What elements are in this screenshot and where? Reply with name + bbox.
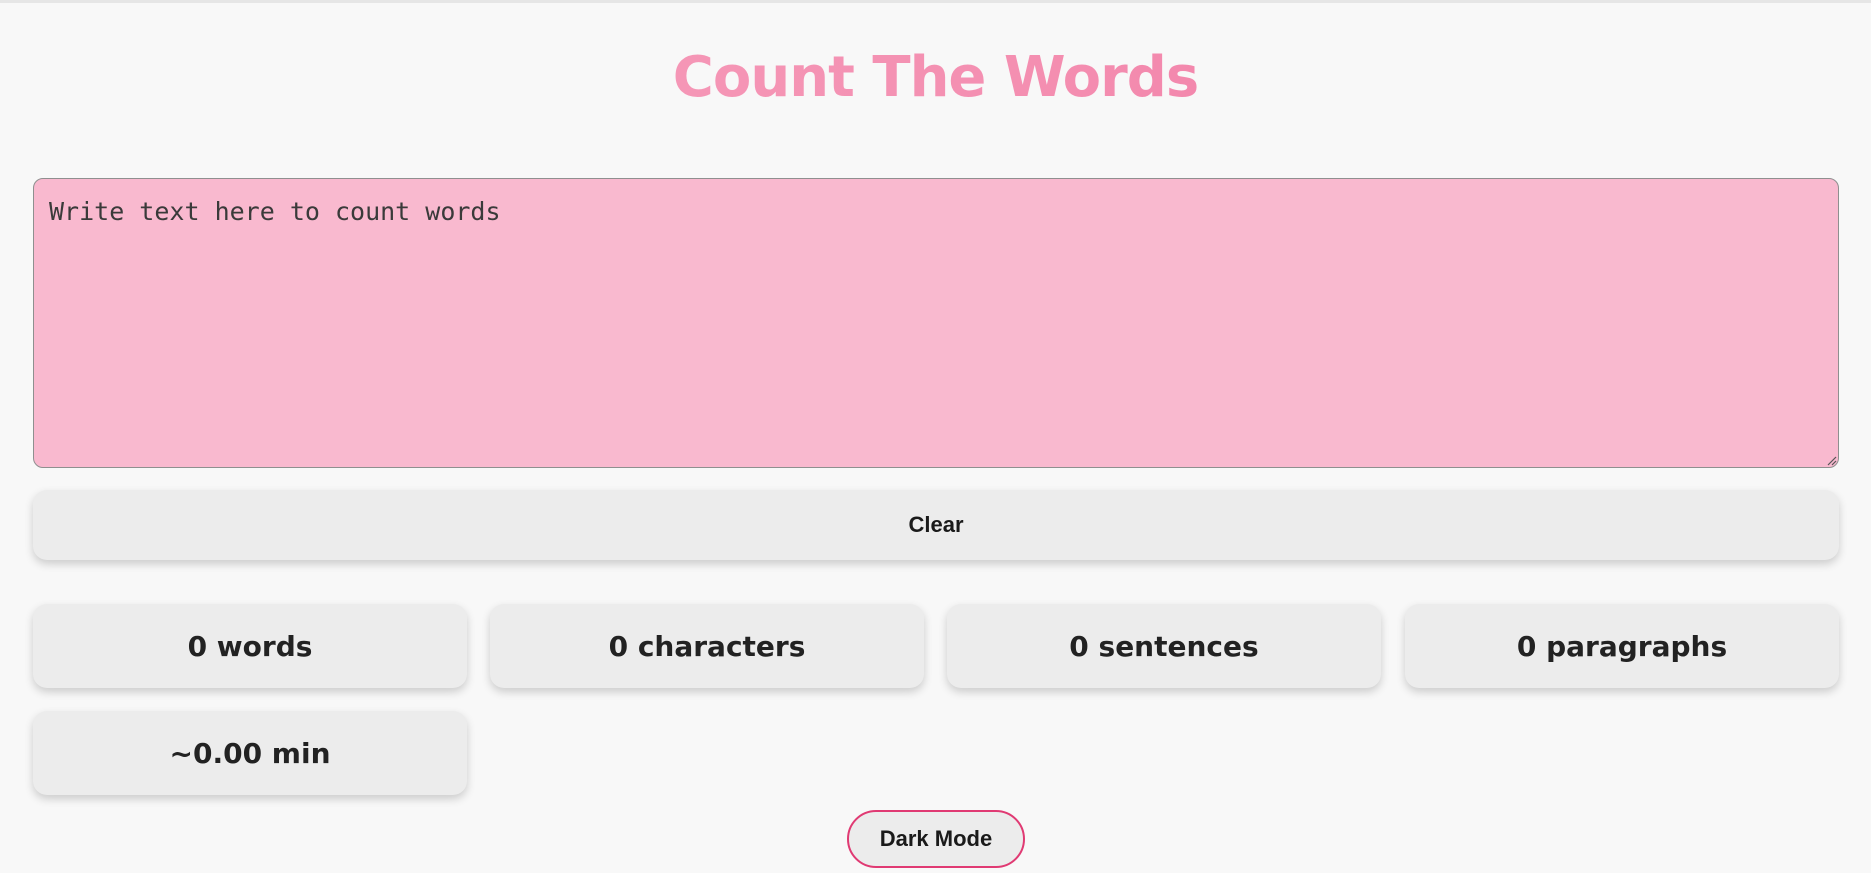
sentence-count: 0 sentences [947, 604, 1381, 688]
dark-mode-toggle[interactable]: Dark Mode [847, 810, 1025, 868]
page-title: Count The Words [0, 38, 1871, 118]
word-count: 0 words [33, 604, 467, 688]
clear-button[interactable]: Clear [33, 490, 1839, 560]
text-input[interactable] [33, 178, 1839, 468]
reading-time: ~0.00 min [33, 711, 467, 795]
paragraph-count: 0 paragraphs [1405, 604, 1839, 688]
top-divider [0, 0, 1871, 3]
character-count: 0 characters [490, 604, 924, 688]
resize-grip-icon[interactable] [1826, 455, 1837, 466]
